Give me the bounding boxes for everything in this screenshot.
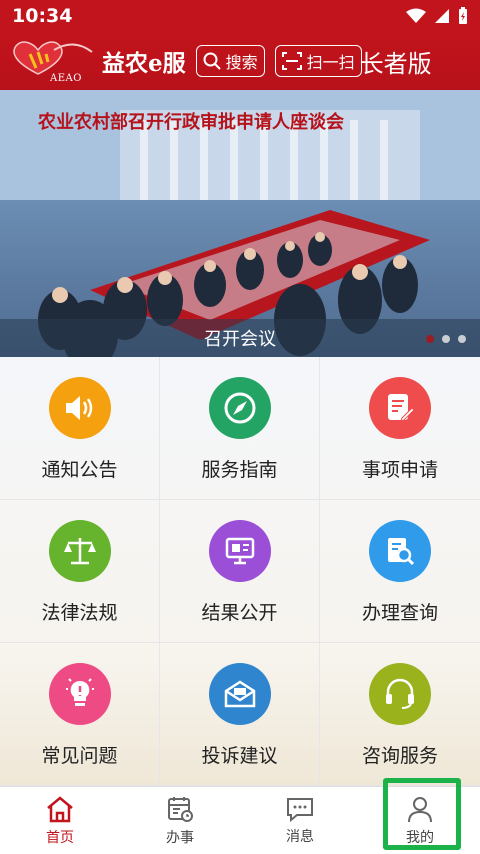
calendar-icon	[168, 796, 193, 822]
grid-item-notice[interactable]: 通知公告	[0, 357, 160, 500]
lightbulb-icon	[48, 663, 111, 725]
search-button[interactable]: 搜索	[195, 45, 265, 77]
carousel-dot-active[interactable]	[426, 335, 434, 343]
banner-headline: 农业农村部召开行政审批申请人座谈会	[38, 112, 344, 133]
home-icon	[47, 795, 73, 822]
compass-icon	[208, 377, 271, 439]
signal-icon	[435, 9, 449, 23]
search-document-icon	[369, 520, 431, 582]
tab-messages[interactable]: 消息	[240, 787, 360, 854]
scan-button-label: 扫一扫	[306, 53, 355, 72]
carousel-dot[interactable]	[442, 335, 450, 343]
grid-item-law[interactable]: 法律法规	[0, 500, 160, 643]
banner-caption: 召开会议	[204, 329, 276, 350]
logo-text: AEAO	[50, 73, 82, 84]
grid-item-complaint[interactable]: 投诉建议	[160, 643, 320, 786]
grid-item-guide[interactable]: 服务指南	[160, 357, 320, 500]
user-icon	[408, 796, 432, 822]
envelope-icon	[208, 663, 271, 725]
search-button-label: 搜索	[225, 53, 258, 72]
headset-icon	[369, 663, 431, 725]
scale-icon	[48, 520, 111, 582]
grid-item-label: 通知公告	[41, 459, 118, 481]
tab-profile-label: 我的	[406, 829, 434, 846]
heart-logo-icon	[13, 41, 93, 75]
grid-item-label: 法律法规	[41, 602, 118, 624]
brand-name: 益农e服	[102, 50, 186, 77]
status-icons	[406, 7, 468, 25]
search-icon	[203, 52, 221, 70]
grid-item-faq[interactable]: 常见问题	[0, 643, 160, 786]
tab-services[interactable]: 办事	[120, 787, 240, 854]
bottom-tab-bar: 首页 办事 消息 我的	[0, 786, 480, 854]
grid-item-label: 事项申请	[361, 459, 438, 481]
app-logo: AEAO	[8, 38, 94, 84]
status-bar: 10:34	[0, 0, 480, 32]
service-grid: 通知公告 服务指南 事项申请 法律法规 结果公开 办理查询 常见问题 投诉建议 …	[0, 357, 480, 786]
wifi-icon	[406, 8, 426, 23]
banner-caption-bar: 召开会议	[0, 319, 480, 357]
tab-home-label: 首页	[46, 829, 74, 846]
grid-item-results[interactable]: 结果公开	[160, 500, 320, 643]
grid-item-label: 结果公开	[201, 602, 278, 624]
news-banner[interactable]: 农业农村部召开行政审批申请人座谈会 召开会议	[0, 90, 480, 357]
monitor-icon	[208, 520, 271, 582]
speaker-icon	[48, 377, 111, 439]
document-edit-icon	[369, 377, 431, 439]
scan-button[interactable]: 扫一扫	[274, 45, 362, 77]
elder-mode-button[interactable]: 长者版	[360, 44, 432, 79]
app-header: AEAO 益农e服 搜索 扫一扫 长者版	[0, 32, 480, 90]
grid-item-label: 服务指南	[201, 459, 278, 481]
grid-item-query[interactable]: 办理查询	[320, 500, 480, 643]
tab-profile[interactable]: 我的	[360, 787, 480, 854]
scan-icon	[281, 52, 302, 70]
grid-item-label: 办理查询	[361, 602, 438, 624]
tab-services-label: 办事	[166, 829, 194, 846]
tab-home[interactable]: 首页	[0, 787, 120, 854]
status-time: 10:34	[12, 5, 73, 27]
carousel-indicator	[426, 335, 466, 343]
grid-item-label: 咨询服务	[361, 745, 438, 767]
chat-icon	[287, 797, 313, 822]
carousel-dot[interactable]	[458, 335, 466, 343]
grid-item-label: 常见问题	[41, 745, 118, 767]
grid-item-apply[interactable]: 事项申请	[320, 357, 480, 500]
grid-item-label: 投诉建议	[201, 745, 278, 767]
battery-icon	[459, 7, 467, 24]
tab-messages-label: 消息	[286, 828, 314, 845]
grid-item-consult[interactable]: 咨询服务	[320, 643, 480, 786]
